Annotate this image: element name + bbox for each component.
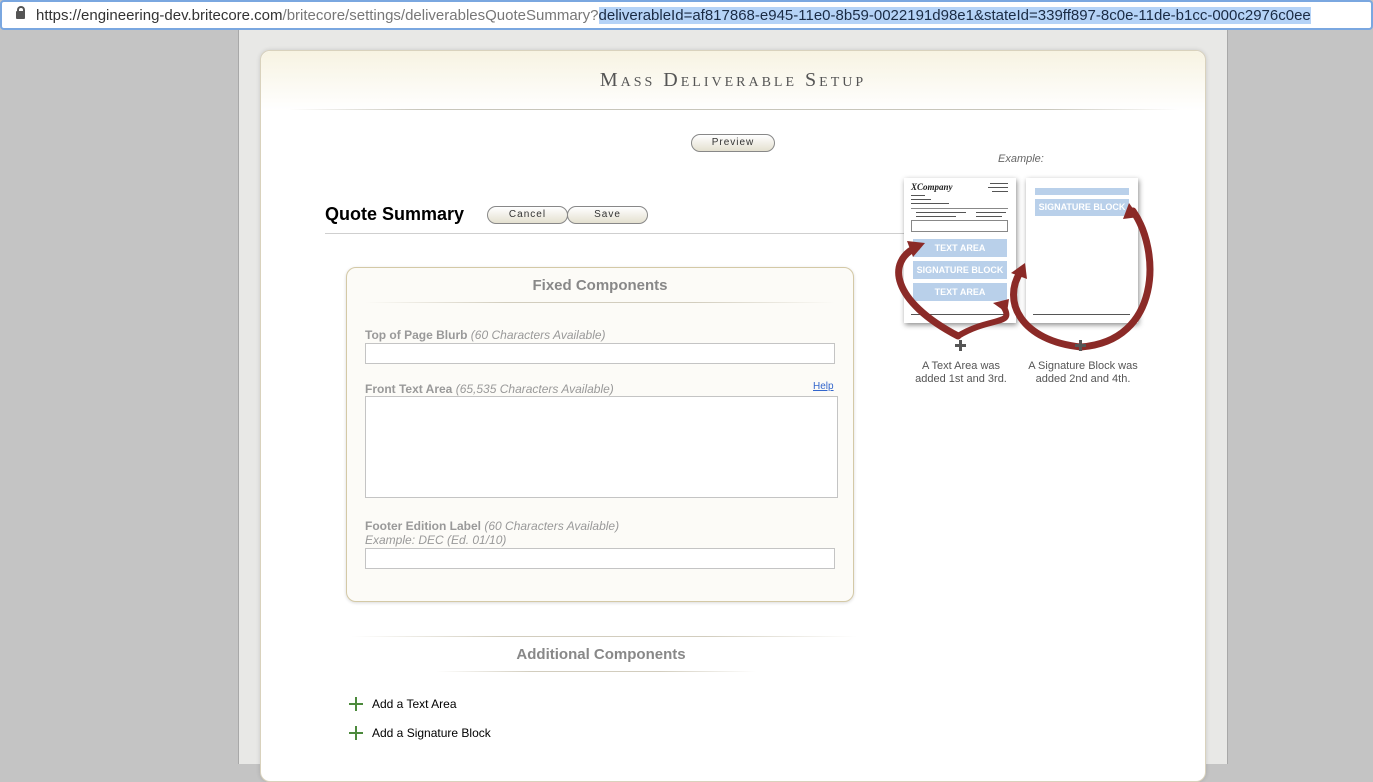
front-text-label: Front Text Area (65,535 Characters Avail… <box>365 382 614 396</box>
preview-button[interactable]: Preview <box>691 134 775 152</box>
fake-line <box>976 216 1002 217</box>
cancel-button[interactable]: Cancel <box>487 206 568 224</box>
example-company-logo: XCompany <box>911 182 953 192</box>
plus-icon <box>349 726 363 740</box>
example-text-area-block-2: TEXT AREA <box>913 283 1007 301</box>
fake-line <box>911 314 1008 315</box>
plus-icon <box>349 697 363 711</box>
example-page-2: SIGNATURE BLOCK <box>1026 178 1138 323</box>
help-link[interactable]: Help <box>813 381 834 392</box>
fake-line <box>992 191 1008 192</box>
fake-line <box>988 187 1008 188</box>
add-text-area-button[interactable]: Add a Text Area <box>349 697 489 715</box>
example-caption-signature: A Signature Block was added 2nd and 4th. <box>1028 360 1138 385</box>
front-text-textarea[interactable] <box>365 396 838 498</box>
blurb-input[interactable] <box>365 343 835 364</box>
fake-line <box>911 195 925 196</box>
additional-top-divider <box>351 636 857 637</box>
example-page-1: XCompany TEXT AREA SIGNATURE BLOCK TEXT … <box>904 178 1016 323</box>
fake-line <box>976 212 1006 213</box>
url-host: https://engineering-dev.britecore.com <box>36 7 283 24</box>
example-plus-icon-2 <box>1075 340 1086 351</box>
add-signature-block-button[interactable]: Add a Signature Block <box>349 726 509 744</box>
url-path: /britecore/settings/deliverablesQuoteSum… <box>282 7 599 24</box>
fake-table <box>911 220 1008 232</box>
example-signature-block-2: SIGNATURE BLOCK <box>1035 199 1129 216</box>
fixed-components-title: Fixed Components <box>532 277 668 294</box>
footer-input[interactable] <box>365 548 835 569</box>
add-text-area-label: Add a Text Area <box>372 697 457 711</box>
example-header-block <box>1035 188 1129 195</box>
footer-example: Example: DEC (Ed. 01/10) <box>365 533 507 547</box>
additional-bottom-divider <box>436 671 756 672</box>
section-divider <box>325 233 905 234</box>
title-divider <box>289 109 1179 110</box>
add-signature-block-label: Add a Signature Block <box>372 726 491 740</box>
blurb-label: Top of Page Blurb (60 Characters Availab… <box>365 328 606 342</box>
fixed-title-divider <box>365 302 835 303</box>
example-signature-block-1: SIGNATURE BLOCK <box>913 261 1007 279</box>
example-label: Example: <box>998 153 1044 165</box>
fake-line <box>911 203 949 204</box>
fake-line <box>1033 314 1130 315</box>
fake-line <box>911 208 1008 209</box>
lock-icon <box>16 6 25 19</box>
address-bar[interactable]: https://engineering-dev.britecore.com/br… <box>0 0 1373 30</box>
section-title: Quote Summary <box>325 204 465 224</box>
example-caption-text-area: A Text Area was added 1st and 3rd. <box>915 360 1007 385</box>
url-text[interactable]: https://engineering-dev.britecore.com/br… <box>36 7 1311 24</box>
fake-line <box>916 216 956 217</box>
page-title: Mass Deliverable Setup <box>599 69 867 91</box>
additional-components-title: Additional Components <box>516 646 686 663</box>
save-button[interactable]: Save <box>567 206 648 224</box>
main-panel: Mass Deliverable Setup Preview Quote Sum… <box>260 50 1206 782</box>
fake-line <box>911 199 931 200</box>
footer-label: Footer Edition Label (60 Characters Avai… <box>365 519 620 533</box>
fixed-components-box: Fixed Components Top of Page Blurb (60 C… <box>346 267 854 602</box>
fake-line <box>916 212 966 213</box>
example-text-area-block-1: TEXT AREA <box>913 239 1007 257</box>
url-query-selected: deliverableId=af817868-e945-11e0-8b59-00… <box>598 7 1311 24</box>
example-plus-icon-1 <box>955 340 966 351</box>
fake-line <box>990 183 1008 184</box>
